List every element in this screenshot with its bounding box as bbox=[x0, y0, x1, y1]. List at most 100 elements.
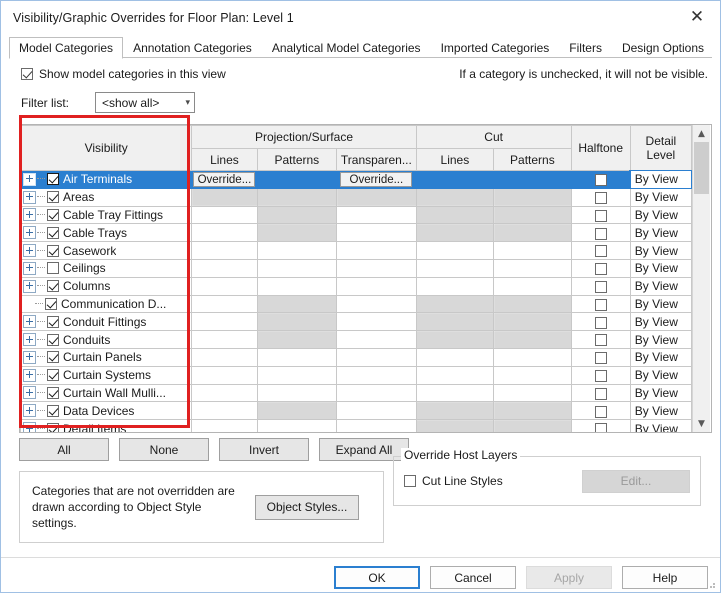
cell-detail-level[interactable]: By View bbox=[629, 401, 693, 421]
cell-projection-patterns[interactable] bbox=[256, 419, 338, 432]
cell-cut-lines[interactable] bbox=[415, 187, 495, 207]
category-name-cell[interactable]: Conduit Fittings bbox=[20, 312, 193, 332]
expand-plus-icon[interactable] bbox=[23, 422, 36, 432]
table-row[interactable]: Curtain Wall Mulli... By View bbox=[20, 383, 693, 403]
category-visibility-checkbox[interactable] bbox=[47, 173, 59, 186]
cell-projection-lines[interactable] bbox=[191, 276, 258, 296]
cell-projection-transparency[interactable]: Override... bbox=[336, 170, 417, 189]
table-row[interactable]: Areas By View bbox=[20, 187, 693, 207]
halftone-checkbox[interactable] bbox=[594, 423, 607, 432]
category-name-cell[interactable]: Conduits bbox=[20, 330, 193, 349]
cell-halftone[interactable] bbox=[570, 170, 631, 189]
invert-button[interactable]: Invert bbox=[219, 438, 309, 461]
table-row[interactable]: Conduit Fittings By View bbox=[20, 312, 693, 332]
category-name-cell[interactable]: Columns bbox=[20, 276, 193, 296]
cell-cut-patterns[interactable] bbox=[493, 419, 572, 432]
expand-plus-icon[interactable] bbox=[23, 208, 36, 222]
category-visibility-checkbox[interactable] bbox=[47, 351, 59, 364]
table-row[interactable]: Curtain Systems By View bbox=[20, 365, 693, 385]
expand-plus-icon[interactable] bbox=[23, 172, 36, 186]
cell-projection-patterns[interactable] bbox=[256, 365, 338, 385]
cell-projection-transparency[interactable] bbox=[336, 401, 417, 421]
expand-plus-icon[interactable] bbox=[23, 404, 36, 418]
category-name-cell[interactable]: Detail Items bbox=[20, 419, 193, 432]
cell-cut-lines[interactable] bbox=[415, 312, 495, 332]
expand-plus-icon[interactable] bbox=[23, 386, 36, 400]
cell-cut-patterns[interactable] bbox=[493, 276, 572, 296]
category-visibility-checkbox[interactable] bbox=[47, 315, 59, 328]
cell-cut-lines[interactable] bbox=[415, 276, 495, 296]
none-button[interactable]: None bbox=[119, 438, 209, 461]
halftone-checkbox[interactable] bbox=[594, 405, 607, 418]
table-row[interactable]: Casework By View bbox=[20, 241, 693, 260]
expand-plus-icon[interactable] bbox=[23, 226, 36, 240]
cell-projection-lines[interactable] bbox=[191, 347, 258, 367]
col-projection-transparency[interactable]: Transparen... bbox=[336, 148, 417, 171]
category-visibility-checkbox[interactable] bbox=[47, 262, 59, 275]
cancel-button[interactable]: Cancel bbox=[430, 566, 516, 589]
cell-projection-transparency[interactable] bbox=[336, 419, 417, 432]
cell-detail-level[interactable]: By View bbox=[629, 169, 693, 190]
cell-projection-patterns[interactable] bbox=[256, 187, 338, 207]
category-visibility-checkbox[interactable] bbox=[47, 369, 59, 382]
table-row[interactable]: Communication D... By View bbox=[20, 294, 693, 314]
tab-filters[interactable]: Filters bbox=[559, 37, 612, 58]
cell-projection-lines[interactable] bbox=[191, 383, 258, 403]
cell-cut-patterns[interactable] bbox=[493, 258, 572, 278]
resize-grip[interactable] bbox=[706, 579, 716, 589]
cell-cut-patterns[interactable] bbox=[493, 205, 572, 225]
chevron-up-icon[interactable]: ▲ bbox=[693, 125, 710, 142]
cell-cut-lines[interactable] bbox=[415, 205, 495, 225]
cell-cut-patterns[interactable] bbox=[493, 312, 572, 332]
ok-button[interactable]: OK bbox=[334, 566, 420, 589]
expand-plus-icon[interactable] bbox=[23, 315, 36, 329]
table-row[interactable]: Curtain Panels By View bbox=[20, 347, 693, 367]
halftone-checkbox[interactable] bbox=[594, 369, 607, 382]
cell-cut-patterns[interactable] bbox=[493, 383, 572, 403]
cell-halftone[interactable] bbox=[570, 347, 631, 367]
category-name-cell[interactable]: Curtain Systems bbox=[20, 365, 193, 385]
halftone-checkbox[interactable] bbox=[594, 227, 607, 240]
cell-cut-lines[interactable] bbox=[415, 241, 495, 260]
cell-halftone[interactable] bbox=[570, 365, 631, 385]
cell-cut-patterns[interactable] bbox=[493, 187, 572, 207]
cell-halftone[interactable] bbox=[570, 330, 631, 349]
cell-projection-patterns[interactable] bbox=[256, 223, 338, 243]
cell-projection-transparency[interactable] bbox=[336, 241, 417, 260]
cell-detail-level[interactable]: By View bbox=[629, 419, 693, 432]
cell-cut-patterns[interactable] bbox=[493, 401, 572, 421]
cell-projection-lines[interactable] bbox=[191, 223, 258, 243]
cell-cut-lines[interactable] bbox=[415, 383, 495, 403]
category-visibility-checkbox[interactable] bbox=[47, 386, 59, 399]
cell-projection-lines[interactable] bbox=[191, 401, 258, 421]
cell-cut-patterns[interactable] bbox=[493, 347, 572, 367]
cell-projection-patterns[interactable] bbox=[256, 330, 338, 349]
cell-projection-patterns[interactable] bbox=[256, 294, 338, 314]
col-cut-lines[interactable]: Lines bbox=[415, 148, 495, 171]
table-row[interactable]: Cable Trays By View bbox=[20, 223, 693, 243]
table-row[interactable]: Ceilings By View bbox=[20, 258, 693, 278]
category-visibility-checkbox[interactable] bbox=[47, 191, 59, 204]
tab-analytical-model-categories[interactable]: Analytical Model Categories bbox=[262, 37, 431, 58]
expand-plus-icon[interactable] bbox=[23, 261, 36, 275]
close-icon[interactable]: ✕ bbox=[674, 2, 720, 33]
cell-projection-patterns[interactable] bbox=[256, 241, 338, 260]
cell-projection-lines[interactable] bbox=[191, 419, 258, 432]
cell-projection-lines[interactable] bbox=[191, 241, 258, 260]
cell-projection-lines[interactable] bbox=[191, 205, 258, 225]
cell-cut-lines[interactable] bbox=[415, 258, 495, 278]
halftone-checkbox[interactable] bbox=[594, 281, 607, 293]
col-detail-level[interactable]: Detail Level bbox=[629, 125, 693, 171]
expand-plus-icon[interactable] bbox=[23, 350, 36, 364]
cell-projection-transparency[interactable] bbox=[336, 258, 417, 278]
category-name-cell[interactable]: Ceilings bbox=[20, 258, 193, 278]
category-name-cell[interactable]: Curtain Wall Mulli... bbox=[20, 383, 193, 403]
category-visibility-checkbox[interactable] bbox=[47, 226, 59, 239]
help-button[interactable]: Help bbox=[622, 566, 708, 589]
cell-detail-level[interactable]: By View bbox=[629, 205, 693, 225]
cell-projection-lines[interactable]: Override... bbox=[191, 170, 258, 189]
cell-halftone[interactable] bbox=[570, 401, 631, 421]
cell-halftone[interactable] bbox=[570, 187, 631, 207]
table-row[interactable]: Columns By View bbox=[20, 276, 693, 296]
cell-cut-patterns[interactable] bbox=[493, 294, 572, 314]
